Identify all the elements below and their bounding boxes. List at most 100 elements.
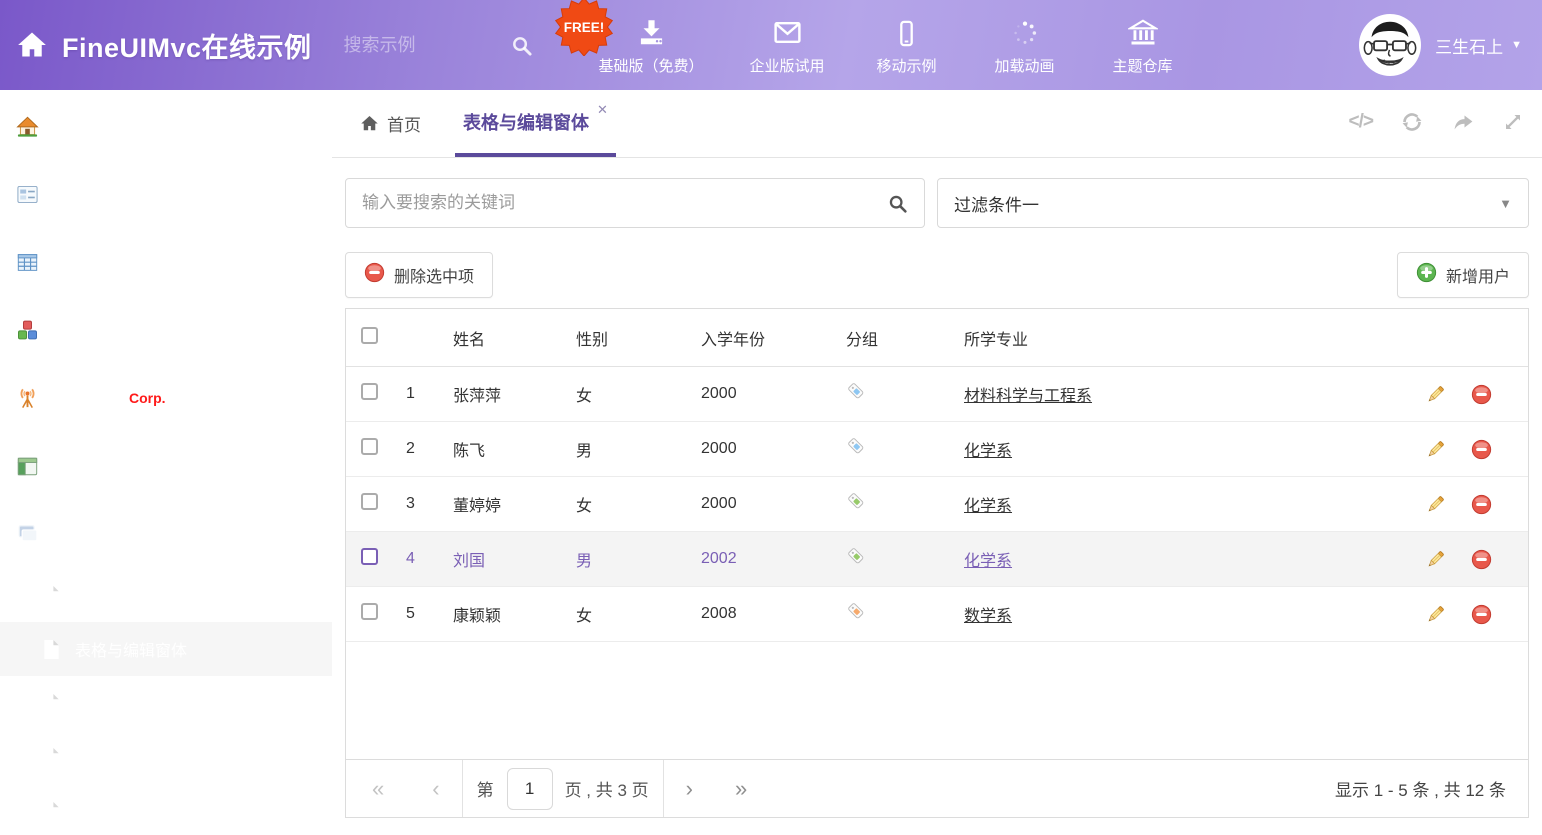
major-link[interactable]: 材料科学与工程系 [964,388,1092,405]
tab-home[interactable]: 首页 [360,90,421,157]
row-checkbox[interactable] [361,438,378,455]
select-all-checkbox[interactable] [361,327,378,344]
header-nav-label: 移动示例 [877,55,937,76]
fullscreen-icon[interactable] [1502,111,1524,133]
sidebar-subitem-1[interactable]: 表格与编辑窗体 [0,622,332,676]
header-nav-item-2[interactable]: 移动示例 [871,14,943,76]
sidebar-item-1[interactable]: 表单控件▶ [0,160,332,228]
open-new-window-icon[interactable] [1451,110,1475,134]
header-search-input[interactable] [344,35,494,56]
delete-selected-button[interactable]: 删除选中项 [345,252,493,298]
sidebar-subitem-2[interactable]: 表格与编辑窗体（不... [0,676,332,730]
logo[interactable]: FineUIMvc在线示例 [16,26,312,65]
column-header-group[interactable]: 分组 [840,326,952,350]
tab-bar: 首页 表格与编辑窗体 ✕ </> [332,90,1542,158]
table-row-1[interactable]: 1张萍萍女2000材料科学与工程系 [346,367,1528,422]
sidebar-subitem-0[interactable]: 弹出窗体（本页面或... [0,568,332,622]
free-badge: FREE! [553,0,615,56]
filter-dropdown[interactable]: 过滤条件一 ▼ [937,178,1529,228]
edit-pencil-icon[interactable] [1425,384,1446,405]
avatar[interactable] [1359,14,1421,76]
tab-close-icon[interactable]: ✕ [597,102,608,118]
table-row-5[interactable]: 5康颖颖女2008数学系 [346,587,1528,642]
chevron-right-icon: ▶ [308,256,316,269]
keyword-search-input[interactable] [346,193,887,213]
cell-year: 2000 [692,495,840,513]
grid-header-row: 姓名 性别 入学年份 分组 所学专业 [346,309,1528,367]
sidebar-subitem-4[interactable]: 子窗口向父窗口传值... [0,784,332,835]
users-grid: 姓名 性别 入学年份 分组 所学专业 1张萍萍女2000材料科学与工程系2陈飞男… [345,308,1529,818]
delete-row-icon[interactable] [1471,549,1492,570]
sidebar-item-5[interactable]: 页面布局▶ [0,432,332,500]
row-checkbox[interactable] [361,603,378,620]
add-user-button[interactable]: 新增用户 [1397,252,1529,298]
grid-toolbar: 删除选中项 新增用户 [345,252,1529,298]
last-page-button[interactable]: » [735,778,747,800]
page-icon [42,585,61,606]
column-header-year[interactable]: 入学年份 [692,326,840,350]
major-link[interactable]: 化学系 [964,553,1012,570]
column-header-name[interactable]: 姓名 [440,326,570,350]
phone-icon [892,14,921,48]
previous-page-button[interactable]: ‹ [432,778,439,800]
view-source-icon[interactable]: </> [1349,111,1373,133]
sidebar-item-3[interactable]: 更多控件▶ [0,296,332,364]
add-user-label: 新增用户 [1446,263,1510,287]
edit-pencil-icon[interactable] [1425,604,1446,625]
header-nav-item-1[interactable]: 企业版试用 [750,14,825,76]
cell-year: 2000 [692,440,840,458]
page-icon [42,693,61,714]
major-link[interactable]: 数学系 [964,608,1012,625]
sidebar-subitem-label: 子窗口向父窗口传值 [75,745,219,769]
chevron-right-icon: ▶ [308,460,316,473]
table-row-4[interactable]: 4刘国男2002化学系 [346,532,1528,587]
header-nav-item-0[interactable]: FREE!基础版（免费） [599,14,704,76]
grid-search-icon[interactable] [887,193,908,214]
refresh-icon[interactable] [1400,110,1424,134]
major-link[interactable]: 化学系 [964,443,1012,460]
delete-row-icon[interactable] [1471,384,1492,405]
sidebar-item-label: 移动控件 [55,386,123,411]
row-number: 5 [406,605,440,623]
row-checkbox[interactable] [361,548,378,565]
table-row-2[interactable]: 2陈飞男2000化学系 [346,422,1528,477]
sidebar-item-2[interactable]: 表格控件▶ [0,228,332,296]
sidebar-subitem-label: 表格与编辑窗体 [75,637,187,661]
page-number-input[interactable] [507,768,553,810]
header-nav-item-4[interactable]: 主题仓库 [1107,14,1179,76]
record-count-summary: 显示 1 - 5 条 , 共 12 条 [1335,776,1506,801]
antenna-icon [16,387,39,410]
page-icon [42,747,61,768]
delete-row-icon[interactable] [1471,439,1492,460]
row-checkbox[interactable] [361,383,378,400]
envelope-icon [772,14,803,48]
pager-divider [462,760,463,817]
form-icon [16,183,39,206]
group-tag-icon [840,546,952,572]
sidebar-item-6[interactable]: 内联框架▼ [0,500,332,568]
header-nav-label: 加载动画 [995,55,1055,76]
column-header-major[interactable]: 所学专业 [952,326,1410,350]
chevron-right-icon: ▶ [308,120,316,133]
header-nav-item-3[interactable]: 加载动画 [989,14,1061,76]
user-menu[interactable]: 三生石上 ▼ [1359,14,1522,76]
cell-name: 刘国 [440,547,570,571]
tab-grid-edit-window[interactable]: 表格与编辑窗体 ✕ [455,90,616,157]
next-page-button[interactable]: › [686,778,693,800]
tab-home-label: 首页 [387,111,421,136]
sidebar-item-0[interactable]: 基本用法▶ [0,92,332,160]
sidebar-item-4[interactable]: 移动控件Corp.▶ [0,364,332,432]
edit-pencil-icon[interactable] [1425,549,1446,570]
edit-pencil-icon[interactable] [1425,439,1446,460]
column-header-gender[interactable]: 性别 [570,326,692,350]
first-page-button[interactable]: « [372,778,384,800]
table-row-3[interactable]: 3董婷婷女2000化学系 [346,477,1528,532]
row-checkbox[interactable] [361,493,378,510]
sidebar-subitem-3[interactable]: 子窗口向父窗口传值 [0,730,332,784]
delete-row-icon[interactable] [1471,494,1492,515]
edit-pencil-icon[interactable] [1425,494,1446,515]
major-link[interactable]: 化学系 [964,498,1012,515]
delete-selected-label: 删除选中项 [394,263,474,287]
delete-row-icon[interactable] [1471,604,1492,625]
search-icon[interactable] [510,34,533,57]
